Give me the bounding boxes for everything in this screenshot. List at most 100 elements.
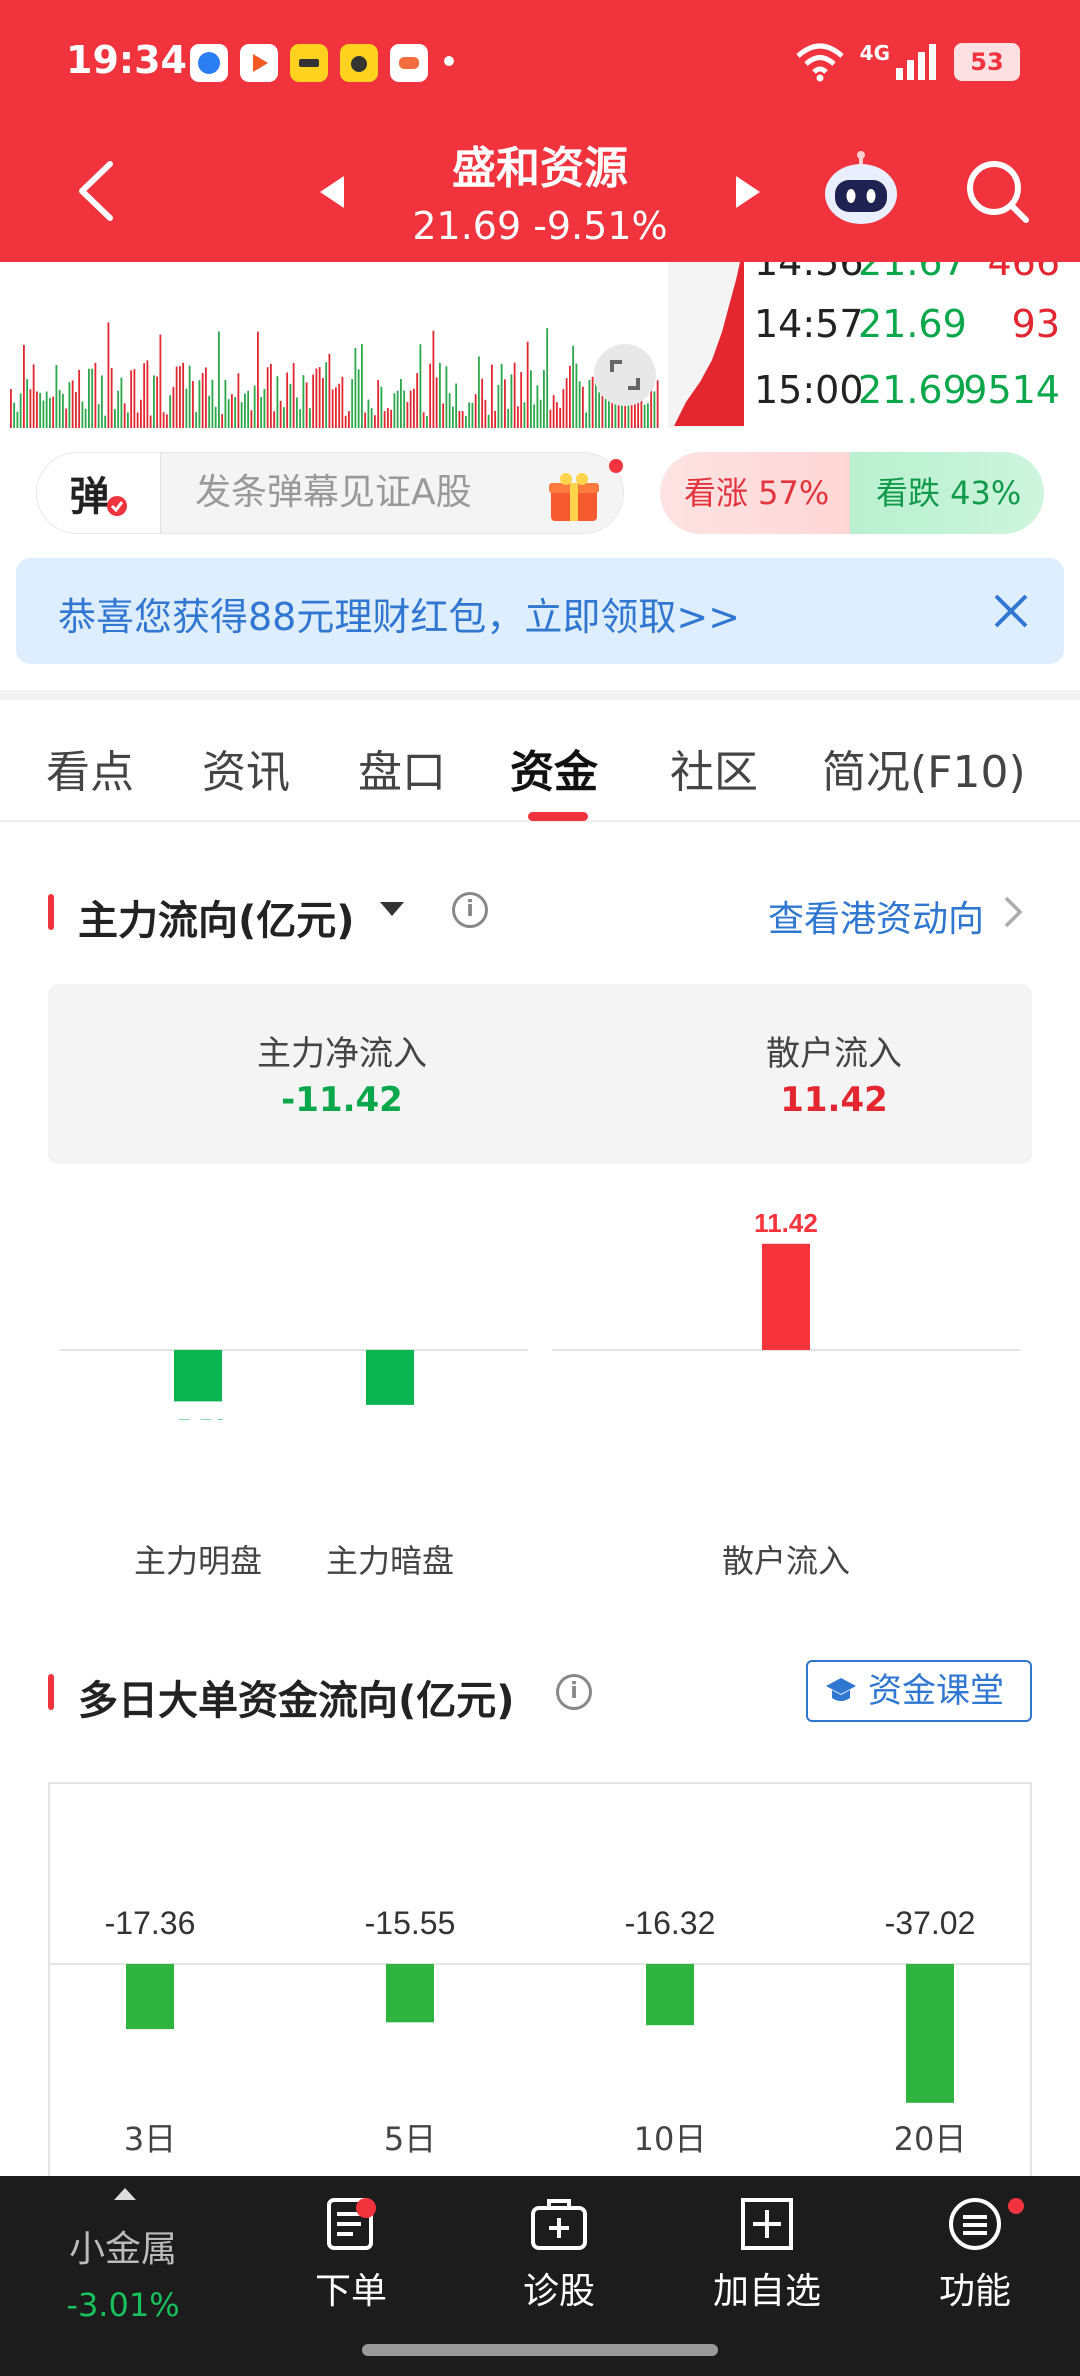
tick-volume: 9514 — [963, 368, 1060, 412]
volume-bar — [442, 403, 445, 428]
volume-bar — [10, 389, 12, 428]
volume-bar — [75, 391, 77, 428]
volume-bar — [374, 415, 376, 428]
diagnose-button[interactable]: 诊股 — [484, 2196, 634, 2314]
info-icon[interactable]: i — [556, 1674, 592, 1710]
volume-bar — [123, 403, 126, 428]
tick-time: 14:57 — [754, 302, 864, 346]
fullscreen-button[interactable] — [594, 344, 656, 406]
volume-bar — [406, 401, 409, 428]
volume-bar — [49, 397, 51, 428]
volume-bar — [556, 402, 558, 428]
volume-bar — [110, 368, 113, 428]
tick-time: 15:00 — [754, 368, 864, 412]
info-icon[interactable]: i — [452, 892, 488, 928]
volume-bar — [309, 408, 311, 428]
volume-bar — [45, 391, 48, 428]
app-notification-icon — [190, 44, 228, 82]
volume-bar — [71, 380, 74, 428]
flow-bar-chart: -5.53 -5.9 11.42 — [60, 1208, 1020, 1420]
status-notification-icons — [190, 44, 428, 82]
volume-bar — [169, 395, 172, 428]
volume-bar — [250, 410, 253, 428]
volume-bar — [426, 415, 428, 428]
volume-bar — [647, 403, 649, 428]
active-tab-indicator — [528, 812, 588, 821]
volume-bar — [387, 408, 389, 428]
tab-news[interactable]: 资讯 — [202, 736, 290, 800]
volume-bar — [471, 402, 474, 428]
volume-bar — [367, 399, 370, 428]
volume-bar — [299, 409, 302, 428]
volume-bar — [445, 366, 448, 428]
flow-bar-value-label: 11.42 — [754, 1208, 818, 1238]
functions-button[interactable]: 功能 — [900, 2196, 1050, 2314]
volume-bar — [380, 386, 383, 428]
chevron-down-icon[interactable] — [378, 900, 406, 918]
tick-time: 14:56 — [754, 262, 864, 284]
check-badge-icon — [106, 496, 127, 516]
meituan-app-icon — [290, 44, 328, 82]
volume-bar — [435, 377, 438, 428]
multi-day-category-label: 5日 — [384, 2120, 436, 2158]
volume-bar — [500, 363, 503, 428]
tab-kandian[interactable]: 看点 — [46, 736, 134, 800]
tab-orderbook[interactable]: 盘口 — [358, 736, 446, 800]
search-icon[interactable] — [964, 158, 1030, 224]
volume-bar — [260, 397, 263, 428]
volume-bar — [432, 330, 435, 428]
volume-bar — [257, 331, 259, 428]
volume-bar — [62, 393, 64, 428]
volume-bar — [546, 328, 549, 428]
tick-price: 21.67 — [858, 262, 967, 284]
home-indicator[interactable] — [362, 2344, 718, 2356]
main-flow-title[interactable]: 主力流向(亿元) — [78, 888, 355, 946]
danmu-bar[interactable]: 弹 发条弹幕见证A股 — [36, 452, 624, 534]
volume-bar — [68, 382, 71, 428]
section-tabs: 看点 资讯 盘口 资金 社区 简况(F10) — [0, 690, 1080, 822]
volume-bar — [159, 334, 162, 428]
section-marker — [48, 894, 54, 930]
volume-bar — [422, 412, 425, 428]
vote-down-button[interactable]: 看跌 43% — [850, 452, 1044, 534]
funds-course-button[interactable]: 资金课堂 — [806, 1660, 1032, 1722]
vote-up-button[interactable]: 看涨 57% — [660, 452, 854, 534]
volume-bar — [279, 400, 282, 428]
volume-bar — [130, 370, 133, 428]
volume-bar — [205, 367, 207, 428]
robot-assistant-icon[interactable] — [822, 150, 900, 230]
volume-bar — [65, 408, 68, 428]
volume-bar — [166, 414, 168, 428]
diagnose-label: 诊股 — [522, 2271, 595, 2312]
add-watchlist-button[interactable]: 加自选 — [692, 2196, 842, 2314]
chevron-right-icon[interactable] — [1002, 894, 1024, 930]
promo-banner-text[interactable]: 恭喜您获得88元理财红包，立即领取>> — [58, 586, 740, 641]
volume-bar — [533, 404, 536, 428]
tab-community[interactable]: 社区 — [670, 736, 758, 800]
back-arrow-icon[interactable] — [74, 158, 118, 224]
volume-bar — [162, 412, 165, 428]
promo-banner[interactable]: 恭喜您获得88元理财红包，立即领取>> — [16, 558, 1064, 664]
gift-icon[interactable] — [547, 471, 601, 523]
volume-bar — [400, 379, 402, 428]
battery-indicator: 53 — [954, 43, 1020, 81]
volume-bar — [94, 362, 97, 428]
volume-bar — [510, 374, 513, 428]
volume-bar — [481, 378, 484, 428]
expand-up-icon[interactable] — [112, 2186, 138, 2202]
sector-widget[interactable]: 小金属 -3.01% — [48, 2214, 198, 2324]
tab-profile-f10[interactable]: 简况(F10) — [822, 736, 1026, 800]
tab-funds[interactable]: 资金 — [510, 736, 598, 800]
hk-flow-link[interactable]: 查看港资动向 — [768, 890, 984, 942]
volume-bar — [292, 363, 295, 428]
volume-bar — [526, 341, 529, 428]
danmu-tag[interactable]: 弹 — [37, 453, 161, 533]
next-stock-icon[interactable] — [734, 174, 762, 210]
volume-bar — [32, 364, 35, 428]
volume-bar — [16, 411, 19, 428]
order-button[interactable]: 下单 — [276, 2196, 426, 2314]
close-icon[interactable] — [992, 592, 1030, 630]
danmu-tag-label: 弹 — [69, 474, 110, 520]
volume-bar — [266, 367, 269, 428]
volume-bar — [474, 394, 477, 428]
